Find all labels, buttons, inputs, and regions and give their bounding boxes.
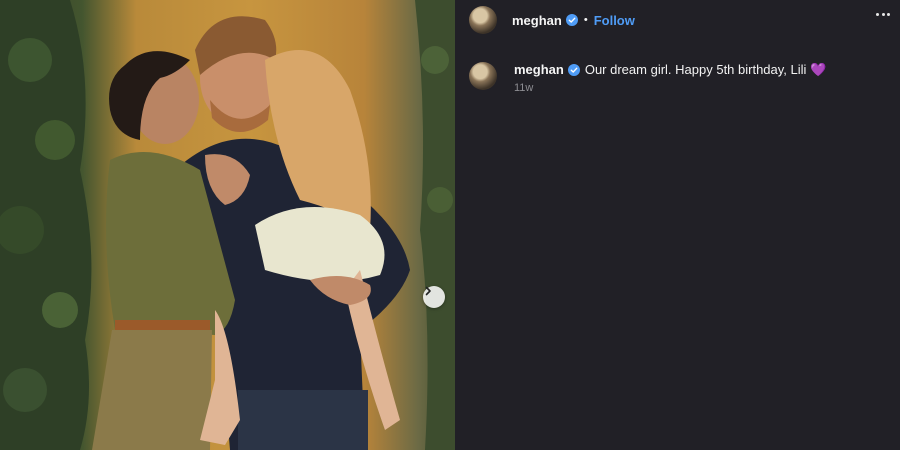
caption-avatar[interactable] [469,62,497,90]
caption-username-link[interactable]: meghan [514,61,564,79]
username-link[interactable]: meghan [512,13,562,28]
verified-badge-icon [565,14,578,26]
avatar[interactable] [469,6,497,34]
post-header: meghan • Follow [469,5,635,35]
post-caption: meghan Our dream girl. Happy 5th birthda… [469,61,826,94]
next-image-button[interactable] [423,286,445,308]
follow-button[interactable]: Follow [594,13,635,28]
separator-dot: • [583,14,588,26]
post-image[interactable] [0,0,455,450]
post-timestamp[interactable]: 11w [514,82,826,94]
chevron-right-icon [425,286,431,296]
family-photo-illustration [0,0,455,450]
post-info-panel: meghan • Follow meghan Our dream girl. H… [455,0,900,450]
verified-badge-icon [567,64,580,76]
caption-text: Our dream girl. Happy 5th birthday, Lili… [584,62,827,77]
more-options-icon[interactable] [876,13,890,17]
